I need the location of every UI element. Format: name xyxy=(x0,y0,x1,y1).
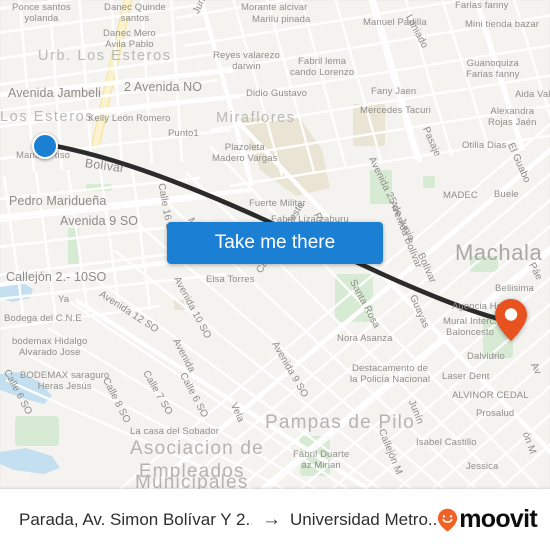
take-me-there-button[interactable]: Take me there xyxy=(167,222,383,264)
origin-marker[interactable] xyxy=(32,133,58,159)
route-origin-label: Parada, Av. Simon Bolívar Y 2... xyxy=(19,509,252,529)
destination-pin[interactable] xyxy=(494,298,528,342)
moovit-logo[interactable]: moovit xyxy=(437,505,538,534)
arrow-right-icon: → xyxy=(261,509,281,530)
moovit-pin-icon xyxy=(437,508,458,532)
moovit-map-screen: Ponce santos yolanda Danec Quinde santos Mor… xyxy=(0,0,550,550)
take-me-there-label: Take me there xyxy=(214,232,336,253)
route-destination-label: Universidad Metro... xyxy=(289,509,438,529)
moovit-wordmark: moovit xyxy=(459,505,537,533)
route-summary-bar: Parada, Av. Simon Bolívar Y 2... → Unive… xyxy=(0,489,550,550)
map-canvas[interactable]: Ponce santos yolanda Danec Quinde santos Mor… xyxy=(0,0,550,489)
